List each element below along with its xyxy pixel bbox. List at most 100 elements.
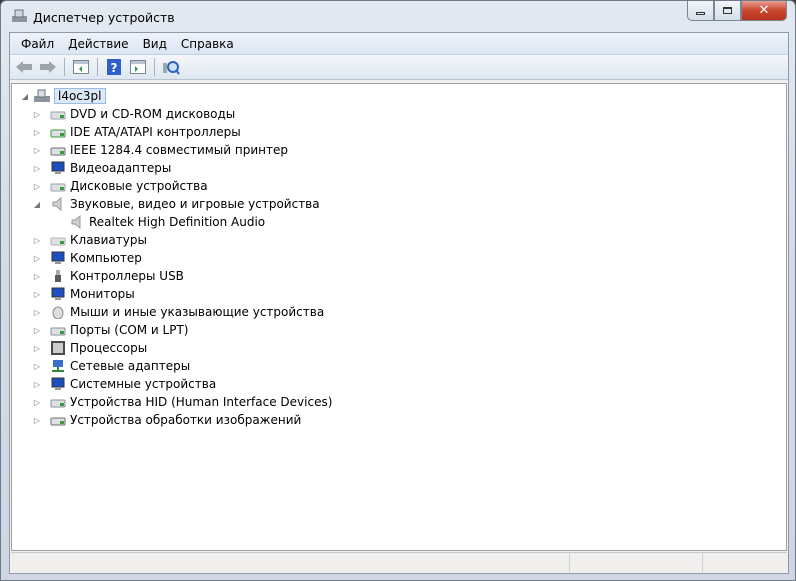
client-area: Файл Действие Вид Справка ? ◢ l4oc3pl ▷ D… — [9, 32, 789, 574]
imaging-device-icon — [50, 417, 66, 426]
speaker-icon — [52, 197, 62, 211]
disk-drive-icon — [50, 183, 66, 192]
tree-item-label: Компьютер — [70, 251, 142, 265]
tree-item-label: Мыши и иные указывающие устройства — [70, 305, 325, 319]
tree-category-item[interactable]: ▷ Системные устройства — [32, 375, 216, 393]
computer-icon — [51, 251, 65, 264]
svg-text:?: ? — [111, 61, 118, 75]
menu-help[interactable]: Справка — [174, 37, 241, 51]
tree-category-item[interactable]: ▷ Сетевые адаптеры — [32, 357, 190, 375]
tree-child-item[interactable]: Realtek High Definition Audio — [51, 213, 265, 231]
tree-item-label: IEEE 1284.4 совместимый принтер — [70, 143, 288, 157]
hid-icon — [50, 399, 66, 408]
tree-category-item[interactable]: ▷ Клавиатуры — [32, 231, 147, 249]
menu-action[interactable]: Действие — [61, 37, 135, 51]
expand-arrow-icon[interactable]: ▷ — [32, 146, 42, 155]
expand-arrow-icon[interactable]: ▷ — [32, 362, 42, 371]
keyboard-icon — [50, 237, 66, 246]
expand-arrow-icon[interactable]: ▷ — [32, 254, 42, 263]
dvd-drive-icon — [50, 111, 66, 120]
device-manager-window: Диспетчер устройств ✕ Файл Действие Вид … — [0, 0, 796, 581]
tree-category-item[interactable]: ◢ Звуковые, видео и игровые устройства — [32, 195, 320, 213]
display-adapter-icon — [51, 161, 65, 174]
expand-arrow-icon[interactable]: ▷ — [32, 236, 42, 245]
console-tree-icon — [73, 60, 89, 74]
tree-item-label: Сетевые адаптеры — [70, 359, 191, 373]
expand-arrow-icon[interactable]: ▷ — [32, 164, 42, 173]
computer-root-icon — [34, 89, 50, 102]
expand-arrow-icon[interactable]: ▷ — [32, 344, 42, 353]
computer-name[interactable]: l4oc3pl — [54, 88, 106, 104]
close-icon: ✕ — [758, 3, 770, 18]
properties-button[interactable] — [128, 57, 148, 77]
scan-hardware-icon — [163, 61, 180, 75]
system-devices-icon — [51, 377, 65, 390]
tree-item-label: DVD и CD-ROM дисководы — [70, 107, 236, 121]
processor-icon — [51, 341, 65, 355]
forward-button[interactable] — [38, 57, 58, 77]
collapse-arrow-icon[interactable]: ◢ — [20, 92, 30, 101]
tree-category-item[interactable]: ▷ Компьютер — [32, 249, 142, 267]
toolbar: ? — [10, 55, 788, 80]
back-button[interactable] — [14, 57, 34, 77]
status-bar — [11, 552, 787, 572]
expand-arrow-icon[interactable]: ▷ — [32, 398, 42, 407]
tree-category-item[interactable]: ▷ Устройства обработки изображений — [32, 411, 301, 429]
tree-item-label: Клавиатуры — [70, 233, 147, 247]
tree-item-label: Устройства обработки изображений — [70, 413, 302, 427]
tree-category-item[interactable]: ▷ Порты (COM и LPT) — [32, 321, 189, 339]
tree-category-item[interactable]: ▷ Процессоры — [32, 339, 147, 357]
menu-bar: Файл Действие Вид Справка — [10, 33, 788, 55]
tree-category-item[interactable]: ▷ Мыши и иные указывающие устройства — [32, 303, 324, 321]
tree-category-item[interactable]: ▷ IEEE 1284.4 совместимый принтер — [32, 141, 288, 159]
properties-icon — [130, 60, 146, 74]
status-pane-2 — [570, 553, 703, 572]
tree-item-label: IDE ATA/ATAPI контроллеры — [70, 125, 241, 139]
toolbar-separator — [64, 58, 65, 76]
tree-category-item[interactable]: ▷ DVD и CD-ROM дисководы — [32, 105, 235, 123]
expand-arrow-icon[interactable]: ▷ — [32, 128, 42, 137]
window-title: Диспетчер устройств — [33, 10, 175, 25]
minimize-button[interactable] — [687, 1, 714, 21]
tree-item-label: Процессоры — [70, 341, 148, 355]
port-icon — [50, 327, 66, 336]
maximize-button[interactable] — [714, 1, 741, 21]
tree-category-item[interactable]: ▷ Дисковые устройства — [32, 177, 208, 195]
menu-file[interactable]: Файл — [14, 37, 61, 51]
expand-arrow-icon[interactable]: ▷ — [32, 110, 42, 119]
expand-arrow-icon[interactable]: ▷ — [32, 182, 42, 191]
maximize-icon — [723, 7, 732, 14]
network-adapter-icon — [52, 360, 64, 372]
tree-category-item[interactable]: ▷ Контроллеры USB — [32, 267, 184, 285]
menu-view[interactable]: Вид — [136, 37, 174, 51]
expand-arrow-icon[interactable]: ▷ — [32, 380, 42, 389]
tree-item-label: Дисковые устройства — [70, 179, 208, 193]
tree-category-item[interactable]: ▷ Видеоадаптеры — [32, 159, 171, 177]
tree-category-item[interactable]: ▷ Устройства HID (Human Interface Devices… — [32, 393, 332, 411]
tree-item-label: Видеоадаптеры — [70, 161, 172, 175]
expand-arrow-icon[interactable]: ▷ — [32, 326, 42, 335]
tree-category-item[interactable]: ▷ Мониторы — [32, 285, 135, 303]
expand-arrow-icon[interactable]: ▷ — [32, 416, 42, 425]
expand-arrow-icon[interactable]: ▷ — [32, 290, 42, 299]
tree-item-label: Порты (COM и LPT) — [70, 323, 189, 337]
back-arrow-icon — [16, 61, 32, 73]
close-button[interactable]: ✕ — [741, 1, 787, 21]
toolbar-separator — [154, 58, 155, 76]
scan-hardware-button[interactable] — [161, 57, 181, 77]
show-hide-console-tree-button[interactable] — [71, 57, 91, 77]
speaker-icon — [71, 215, 81, 229]
monitor-icon — [51, 287, 65, 300]
expand-arrow-icon[interactable]: ▷ — [32, 272, 42, 281]
toolbar-separator — [97, 58, 98, 76]
status-pane-main — [11, 553, 570, 572]
forward-arrow-icon — [40, 61, 56, 73]
tree-category-item[interactable]: ▷ IDE ATA/ATAPI контроллеры — [32, 123, 241, 141]
tree-root[interactable]: ◢ l4oc3pl — [20, 87, 106, 105]
tree-item-label: Звуковые, видео и игровые устройства — [70, 197, 320, 211]
expand-arrow-icon[interactable]: ▷ — [32, 308, 42, 317]
help-button[interactable]: ? — [104, 57, 124, 77]
tree-item-label: Мониторы — [70, 287, 135, 301]
device-tree[interactable]: ◢ l4oc3pl ▷ DVD и CD-ROM дисководы ▷ IDE AT… — [11, 83, 787, 551]
collapse-arrow-icon[interactable]: ◢ — [32, 200, 42, 209]
